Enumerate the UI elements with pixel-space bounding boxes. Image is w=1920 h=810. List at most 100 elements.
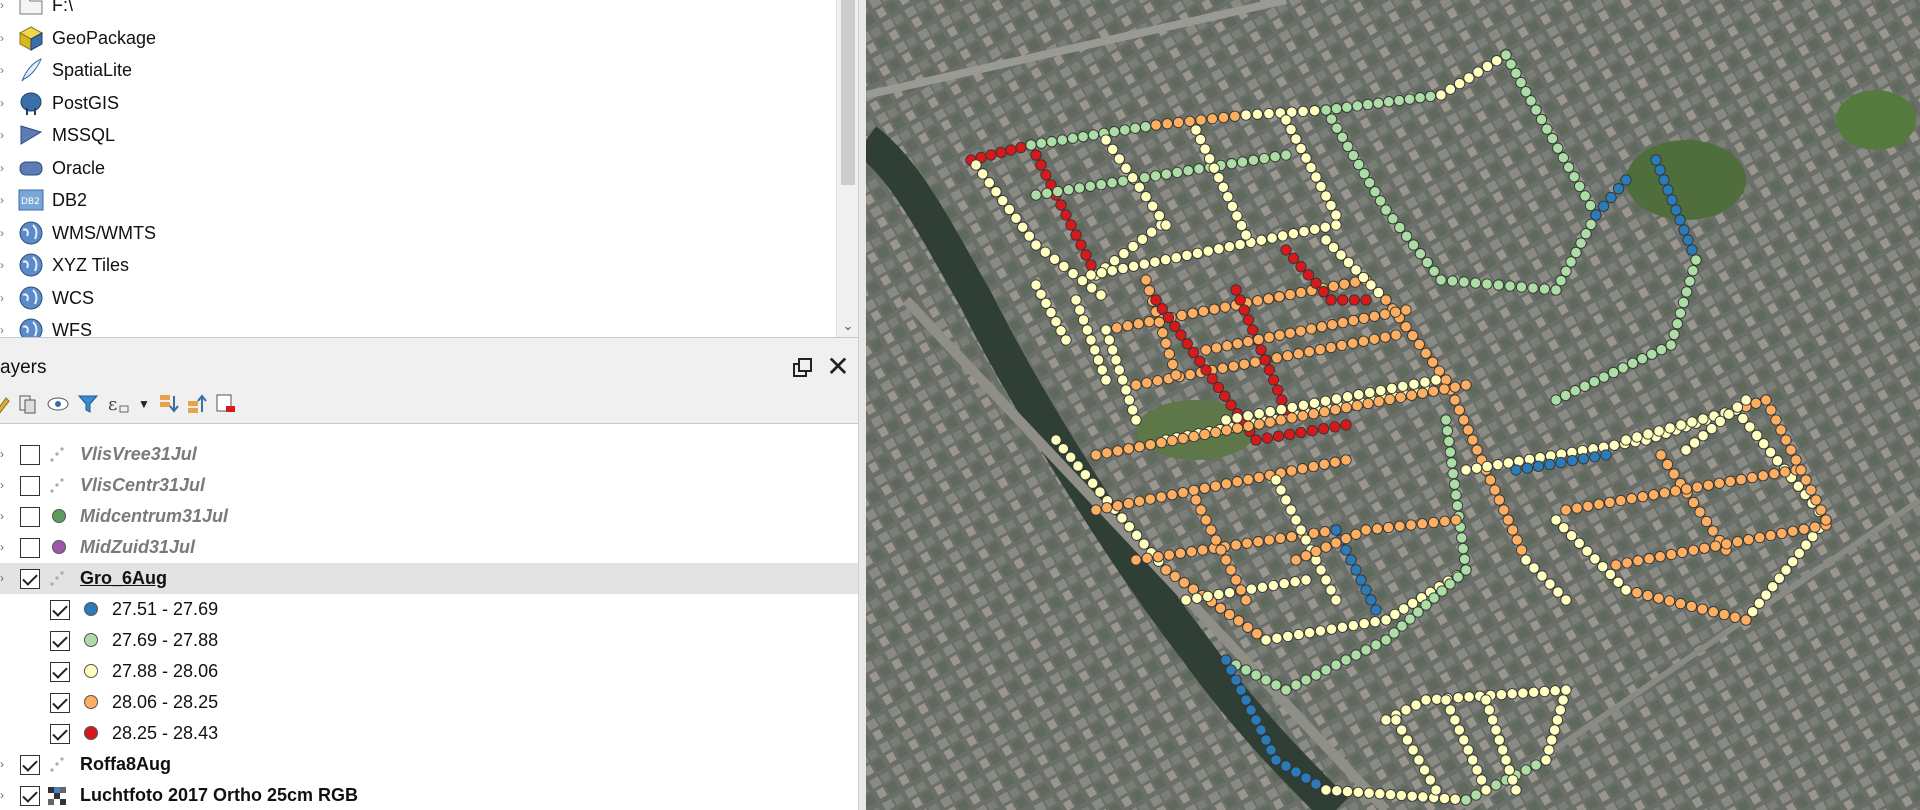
sample-point[interactable] (1259, 354, 1271, 366)
sample-point[interactable] (1617, 362, 1629, 374)
sample-point[interactable] (1272, 384, 1284, 396)
sample-point[interactable] (1217, 111, 1230, 124)
expand-arrow-icon[interactable]: › (0, 283, 8, 314)
sample-point[interactable] (1055, 199, 1067, 211)
sample-point[interactable] (1560, 684, 1572, 696)
sample-point[interactable] (1744, 421, 1756, 433)
sample-point[interactable] (1365, 594, 1377, 606)
sample-point[interactable] (1449, 381, 1461, 393)
sample-point[interactable] (1309, 223, 1321, 235)
sample-point[interactable] (1590, 209, 1602, 221)
sample-point[interactable] (1264, 416, 1276, 428)
sample-point[interactable] (1697, 430, 1709, 442)
sample-point[interactable] (1094, 486, 1106, 498)
sample-point[interactable] (1483, 704, 1495, 716)
sample-point[interactable] (1139, 121, 1152, 133)
sample-point[interactable] (1413, 338, 1425, 351)
sample-point[interactable] (1419, 376, 1431, 388)
sample-point[interactable] (1040, 169, 1052, 181)
sample-point[interactable] (1172, 116, 1185, 129)
sample-point[interactable] (1219, 390, 1231, 402)
sample-point[interactable] (995, 146, 1007, 159)
sample-point[interactable] (1225, 664, 1237, 676)
sample-point[interactable] (1256, 581, 1269, 593)
sample-point[interactable] (1300, 574, 1312, 586)
sample-point[interactable] (1444, 83, 1456, 95)
sample-point[interactable] (1220, 654, 1232, 666)
sample-point[interactable] (1085, 259, 1097, 271)
sample-point[interactable] (1358, 167, 1370, 180)
sample-point[interactable] (1403, 93, 1416, 105)
sample-point[interactable] (1546, 132, 1559, 145)
sample-point[interactable] (1167, 358, 1179, 371)
sample-point[interactable] (1003, 203, 1015, 216)
sample-point[interactable] (1235, 219, 1248, 232)
sample-point[interactable] (1779, 466, 1791, 478)
sample-point[interactable] (1707, 606, 1719, 618)
sample-point[interactable] (1389, 306, 1402, 318)
sample-point[interactable] (1418, 764, 1431, 776)
sample-point[interactable] (1462, 424, 1474, 436)
sample-point[interactable] (1100, 324, 1112, 336)
sample-point[interactable] (1552, 586, 1564, 598)
expand-arrow-icon[interactable]: › (0, 185, 8, 216)
sample-point[interactable] (1787, 525, 1799, 537)
sample-point[interactable] (1260, 734, 1272, 746)
sample-point[interactable] (1113, 364, 1125, 376)
sample-point[interactable] (1267, 579, 1279, 592)
sample-point[interactable] (1530, 759, 1542, 771)
sample-point[interactable] (1275, 484, 1287, 496)
sample-point[interactable] (1112, 445, 1124, 457)
sample-point[interactable] (1314, 625, 1327, 637)
sample-point[interactable] (1330, 209, 1342, 221)
sample-point[interactable] (1612, 576, 1624, 588)
sample-point[interactable] (1690, 254, 1702, 266)
sample-point[interactable] (1108, 126, 1120, 138)
sample-point[interactable] (1663, 595, 1676, 607)
sample-point[interactable] (1413, 754, 1425, 766)
sample-point[interactable] (1677, 296, 1690, 309)
sample-point[interactable] (1330, 393, 1343, 405)
sample-point[interactable] (1297, 105, 1309, 118)
sample-point[interactable] (1685, 600, 1698, 613)
sample-point[interactable] (1245, 704, 1257, 716)
sample-point[interactable] (1274, 329, 1286, 341)
sample-point[interactable] (1074, 304, 1086, 316)
sample-point[interactable] (1087, 477, 1099, 489)
sample-point[interactable] (1463, 72, 1475, 84)
add-group-icon[interactable] (16, 392, 40, 416)
sample-point[interactable] (1340, 454, 1352, 466)
sample-point[interactable] (1266, 232, 1278, 244)
map-canvas[interactable] (866, 0, 1920, 810)
sample-point[interactable] (1285, 531, 1298, 543)
sample-point[interactable] (1394, 520, 1406, 532)
sample-point[interactable] (1230, 674, 1242, 686)
sample-point[interactable] (1340, 401, 1352, 414)
sample-point[interactable] (1674, 597, 1687, 610)
sample-point[interactable] (1560, 594, 1572, 606)
sample-point[interactable] (1242, 314, 1255, 326)
sample-point[interactable] (1352, 786, 1364, 798)
sample-point[interactable] (1057, 443, 1069, 455)
sample-point[interactable] (1481, 278, 1493, 290)
sample-point[interactable] (1472, 66, 1484, 78)
sample-point[interactable] (1106, 265, 1118, 277)
sample-point[interactable] (1582, 500, 1594, 512)
sample-point[interactable] (1678, 224, 1690, 236)
sample-point[interactable] (1584, 199, 1597, 212)
layer-row[interactable]: › MidZuid31Jul (0, 532, 858, 563)
layer-visibility-checkbox[interactable] (20, 755, 40, 775)
layer-visibility-checkbox[interactable] (50, 600, 70, 620)
sample-point[interactable] (1449, 793, 1461, 805)
sample-point[interactable] (1223, 587, 1236, 599)
browser-item[interactable]: › SpatiaLite (0, 55, 830, 86)
sample-point[interactable] (1162, 311, 1175, 324)
sample-point[interactable] (1515, 544, 1528, 556)
sample-point[interactable] (1231, 210, 1243, 222)
sample-point[interactable] (1010, 212, 1022, 224)
sample-point[interactable] (1350, 649, 1362, 661)
sample-point[interactable] (1414, 92, 1426, 104)
sample-point[interactable] (1111, 322, 1123, 334)
sample-point[interactable] (1314, 343, 1326, 356)
sample-point[interactable] (1130, 414, 1142, 426)
